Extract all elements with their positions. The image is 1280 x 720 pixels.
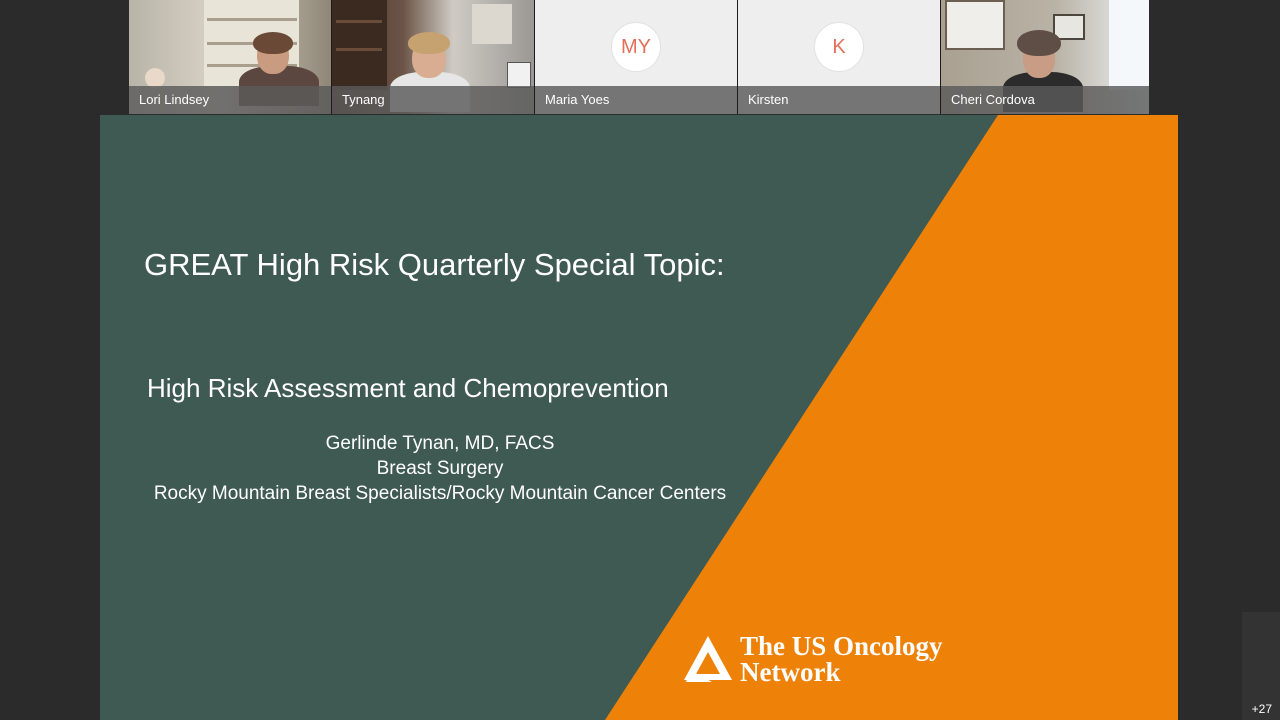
logo-line-2: Network <box>740 657 841 687</box>
participant-tile-kirsten[interactable]: K Kirsten <box>738 0 941 114</box>
participant-name: Kirsten <box>738 86 940 114</box>
participant-name: Tynang <box>332 86 534 114</box>
participant-tile-maria-yoes[interactable]: MY Maria Yoes <box>535 0 738 114</box>
slide-background <box>100 115 1178 720</box>
slide-title: GREAT High Risk Quarterly Special Topic: <box>144 247 725 282</box>
participant-tile-cheri-cordova[interactable]: Cheri Cordova <box>941 0 1149 114</box>
avatar: K <box>814 22 864 72</box>
participant-name: Cheri Cordova <box>941 86 1149 114</box>
logo-line-1: The US Oncology <box>740 631 943 661</box>
more-participants-count: +27 <box>1251 702 1272 716</box>
more-participants-button[interactable]: +27 <box>1242 612 1280 720</box>
participant-name: Lori Lindsey <box>129 86 331 114</box>
participant-tile-tynang[interactable]: Tynang <box>332 0 535 114</box>
logo-text: The US Oncology Network <box>740 631 943 687</box>
slide-subtitle: High Risk Assessment and Chemoprevention <box>147 373 669 403</box>
participant-tile-lori-lindsey[interactable]: Lori Lindsey <box>129 0 332 114</box>
presenter-name: Gerlinde Tynan, MD, FACS <box>325 433 555 454</box>
participant-name: Maria Yoes <box>535 86 737 114</box>
presenter-info: Gerlinde Tynan, MD, FACS Breast Surgery … <box>100 431 780 506</box>
us-oncology-logo: The US Oncology Network <box>682 631 943 687</box>
shared-slide: GREAT High Risk Quarterly Special Topic:… <box>100 115 1178 720</box>
presenter-specialty: Breast Surgery <box>376 458 504 479</box>
participant-strip: Lori Lindsey Tynang MY Maria Yoes K Kirs… <box>129 0 1149 114</box>
presenter-affiliation: Rocky Mountain Breast Specialists/Rocky … <box>153 483 727 504</box>
triangle-logo-icon <box>684 636 732 682</box>
avatar: MY <box>611 22 661 72</box>
